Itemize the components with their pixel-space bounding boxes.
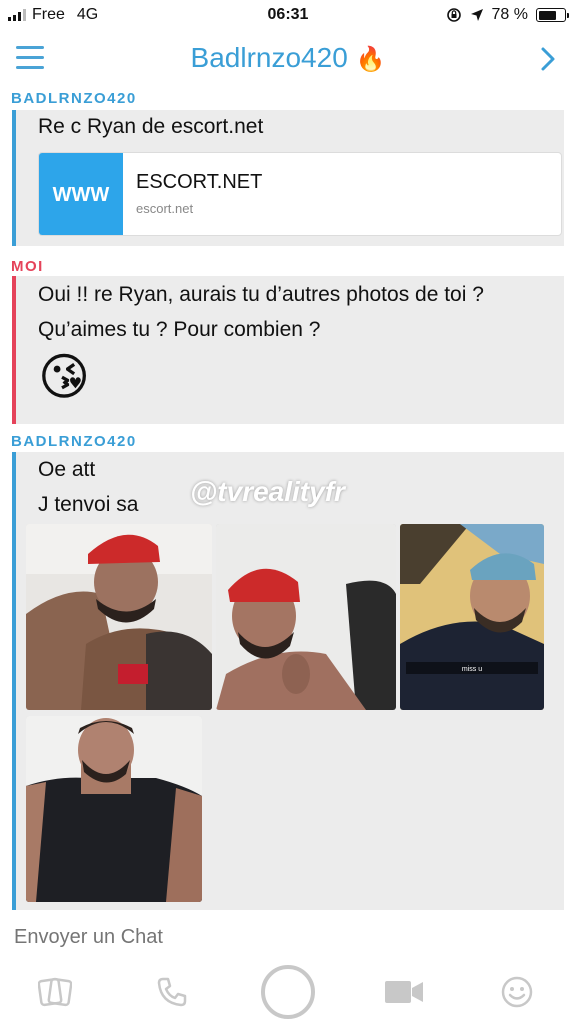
stickers-icon[interactable] xyxy=(38,976,72,1008)
location-icon xyxy=(470,9,483,21)
chat-header: Badlrnzo420 🔥 xyxy=(0,30,576,88)
phone-icon[interactable] xyxy=(156,976,188,1008)
rotation-lock-icon xyxy=(446,8,461,22)
photo-thumbnail[interactable] xyxy=(26,716,202,902)
sender-label: BADLRNZO420 xyxy=(11,90,137,107)
chevron-right-icon[interactable] xyxy=(540,46,556,72)
fire-emoji: 🔥 xyxy=(355,46,386,73)
message-block: Re c Ryan de escort.net WWW ESCORT.NET e… xyxy=(12,110,564,246)
message-block: Oe att J tenvoi sa miss u xyxy=(12,452,564,910)
photo-3-image: miss u xyxy=(400,524,544,710)
message-text: Qu’aimes tu ? Pour combien ? xyxy=(38,318,321,341)
status-right: 78 % xyxy=(446,6,569,24)
message-text: Oe att xyxy=(38,458,96,481)
message-text: J tenvoi sa xyxy=(38,493,139,516)
photo-4-image xyxy=(26,716,202,902)
chat-title[interactable]: Badlrnzo420 🔥 xyxy=(0,42,576,74)
emoji-icon[interactable] xyxy=(500,975,534,1009)
photo-thumbnail[interactable] xyxy=(216,524,396,710)
composer xyxy=(0,910,576,962)
message-text: Re c Ryan de escort.net xyxy=(38,115,264,138)
sender-label: BADLRNZO420 xyxy=(11,433,137,450)
chat-input[interactable] xyxy=(14,926,414,949)
message-block: Oui !! re Ryan, aurais tu d’autres photo… xyxy=(12,276,564,424)
chat-thread[interactable]: BADLRNZO420 Re c Ryan de escort.net WWW … xyxy=(0,88,576,910)
link-url: escort.net xyxy=(136,201,194,216)
link-preview-card[interactable]: WWW ESCORT.NET escort.net xyxy=(38,152,562,236)
chat-title-text: Badlrnzo420 xyxy=(190,42,348,73)
watermark: @tvrealityfr xyxy=(190,476,345,507)
message-text: Oui !! re Ryan, aurais tu d’autres photo… xyxy=(38,283,484,306)
photo-caption: miss u xyxy=(462,666,482,673)
status-bar: Free 4G 06:31 78 % xyxy=(0,0,576,30)
kiss-emoji: 😘 xyxy=(38,349,91,405)
photo-2-image xyxy=(216,524,396,710)
link-title: ESCORT.NET xyxy=(136,171,263,193)
capture-button[interactable] xyxy=(260,964,316,1020)
bottom-toolbar xyxy=(0,962,576,1024)
photo-thumbnail[interactable]: miss u xyxy=(400,524,544,710)
photo-1-image xyxy=(26,524,212,710)
message-bar xyxy=(12,452,16,910)
battery-icon xyxy=(536,8,569,22)
message-bar xyxy=(12,110,16,246)
battery-label: 78 % xyxy=(491,6,528,23)
photo-thumbnail[interactable] xyxy=(26,524,212,710)
battery-fill xyxy=(538,10,557,20)
message-bar xyxy=(12,276,16,424)
www-icon: WWW xyxy=(39,153,123,235)
sender-label: MOI xyxy=(11,258,44,275)
video-icon[interactable] xyxy=(384,978,424,1006)
